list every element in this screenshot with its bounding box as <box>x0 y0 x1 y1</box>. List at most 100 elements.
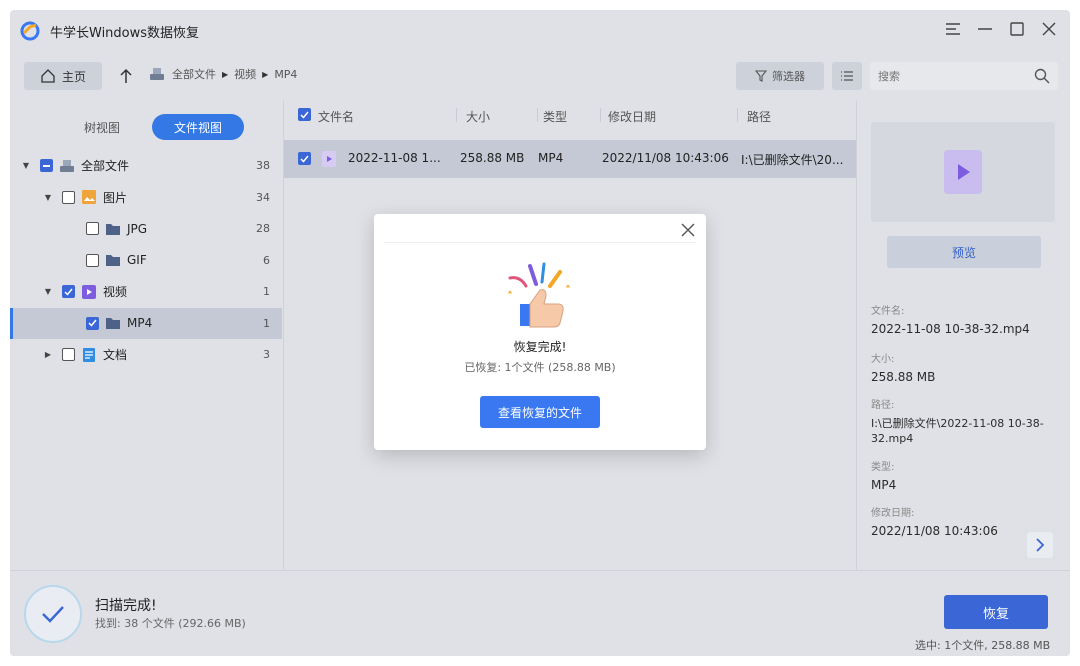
row-type: MP4 <box>538 151 564 165</box>
tree-item-jpg[interactable]: JPG 28 <box>10 213 282 245</box>
caret-down-icon[interactable]: ▼ <box>20 161 32 170</box>
detail-value: 2022-11-08 10-38-32.mp4 <box>871 322 1030 336</box>
window-controls <box>942 18 1060 40</box>
tab-file-view[interactable]: 文件视图 <box>152 114 244 140</box>
detail-path: 路径: I:\已删除文件\2022-11-08 10-38-32.mp4 <box>871 396 1051 446</box>
tree-item-label: JPG <box>127 221 148 236</box>
dialog-subtitle: 已恢复: 1个文件 (258.88 MB) <box>464 361 616 374</box>
detail-label: 文件名: <box>871 306 905 317</box>
breadcrumb-item[interactable]: 视频 <box>234 66 256 82</box>
tree-item-count: 28 <box>256 222 270 236</box>
view-recovered-files-button[interactable]: 查看恢复的文件 <box>480 396 600 428</box>
scan-complete-indicator <box>24 585 82 643</box>
thumbs-up-celebration-icon <box>508 262 570 328</box>
row-checkbox[interactable] <box>298 152 311 165</box>
checkbox[interactable] <box>40 159 53 173</box>
breadcrumb-item[interactable]: 全部文件 <box>172 66 216 82</box>
tree-item-label: 视频 <box>103 285 128 300</box>
detail-label: 大小: <box>871 354 895 365</box>
folder-icon <box>105 315 121 331</box>
column-divider <box>456 108 457 122</box>
checkbox[interactable] <box>86 316 99 330</box>
filter-icon <box>755 70 767 82</box>
filter-button[interactable]: 筛选器 <box>736 62 824 90</box>
toolbar: 主页 全部文件 ▶ 视频 ▶ MP4 筛选器 <box>10 58 1070 94</box>
tree-item-count: 6 <box>263 253 270 267</box>
tree-item-gif[interactable]: GIF 6 <box>10 245 282 277</box>
column-header-path[interactable]: 路径 <box>747 108 771 125</box>
caret-right-icon[interactable]: ▶ <box>42 350 54 359</box>
tree-item-count: 38 <box>256 159 270 173</box>
preview-button[interactable]: 预览 <box>887 236 1041 268</box>
table-row[interactable]: 2022-11-08 1... 258.88 MB MP4 2022/11/08… <box>284 140 856 178</box>
detail-size: 大小: 258.88 MB <box>871 350 935 385</box>
list-view-button[interactable] <box>832 62 862 90</box>
row-name: 2022-11-08 1... <box>348 151 441 165</box>
detail-label: 路径: <box>871 400 895 411</box>
minimize-icon[interactable] <box>974 18 996 40</box>
checkbox[interactable] <box>62 190 75 204</box>
video-folder-icon <box>81 284 97 300</box>
arrow-up-icon <box>120 68 132 83</box>
recovery-complete-dialog: 恢复完成! 已恢复: 1个文件 (258.88 MB) 查看恢复的文件 <box>374 214 706 450</box>
column-header-size[interactable]: 大小 <box>466 108 490 125</box>
tree-item-count: 3 <box>263 348 270 362</box>
tree-item-count: 34 <box>256 190 270 204</box>
checkbox[interactable] <box>62 285 75 299</box>
drive-icon <box>59 158 75 174</box>
row-date: 2022/11/08 10:43:06 <box>602 151 729 165</box>
column-header-name[interactable]: 文件名 <box>318 108 354 125</box>
chevron-right-icon: ▶ <box>262 69 269 79</box>
column-header-date[interactable]: 修改日期 <box>608 108 656 125</box>
list-icon <box>841 71 853 81</box>
detail-value: 258.88 MB <box>871 370 936 384</box>
tree-item-images[interactable]: ▼ 图片 34 <box>10 182 282 214</box>
checkbox[interactable] <box>86 253 99 267</box>
next-button[interactable] <box>1027 532 1053 558</box>
search-box <box>870 62 1058 90</box>
detail-filename: 文件名: 2022-11-08 10-38-32.mp4 <box>871 302 1030 337</box>
tree-item-label: 文档 <box>103 348 128 363</box>
tree-item-documents[interactable]: ▶ 文档 3 <box>10 339 282 371</box>
caret-down-icon[interactable]: ▼ <box>42 287 54 296</box>
chevron-right-icon: ▶ <box>222 69 229 79</box>
column-divider <box>737 108 738 122</box>
column-divider <box>537 108 538 122</box>
maximize-icon[interactable] <box>1006 18 1028 40</box>
tab-tree-view[interactable]: 树视图 <box>56 114 148 140</box>
tree-item-all-files[interactable]: ▼ 全部文件 38 <box>10 150 282 182</box>
caret-down-icon[interactable]: ▼ <box>42 193 54 202</box>
video-file-icon <box>322 151 336 167</box>
drive-icon <box>150 68 164 80</box>
detail-panel: 预览 文件名: 2022-11-08 10-38-32.mp4 大小: 258.… <box>856 100 1070 570</box>
breadcrumb-item[interactable]: MP4 <box>274 68 297 81</box>
app-title: 牛学长Windows数据恢复 <box>50 26 200 41</box>
tree-item-label: MP4 <box>127 316 153 331</box>
column-header-type[interactable]: 类型 <box>543 108 567 125</box>
detail-value: I:\已删除文件\2022-11-08 10-38-32.mp4 <box>871 417 1044 445</box>
tree-item-video[interactable]: ▼ 视频 1 <box>10 276 282 308</box>
close-icon[interactable] <box>680 222 696 238</box>
select-all-checkbox[interactable] <box>298 108 311 121</box>
search-icon[interactable] <box>1034 68 1050 84</box>
home-button[interactable]: 主页 <box>24 62 102 90</box>
detail-value: MP4 <box>871 478 897 492</box>
checkbox[interactable] <box>86 222 99 236</box>
tree-item-mp4[interactable]: MP4 1 <box>10 307 282 339</box>
search-input[interactable] <box>870 62 1020 90</box>
dialog-title: 恢复完成! <box>513 340 567 354</box>
row-size: 258.88 MB <box>460 151 525 165</box>
breadcrumb: 全部文件 ▶ 视频 ▶ MP4 <box>148 66 297 82</box>
video-file-icon <box>944 150 982 194</box>
detail-label: 修改日期: <box>871 508 915 519</box>
selected-info: 选中: 1个文件, 258.88 MB <box>915 639 1051 652</box>
close-icon[interactable] <box>1038 18 1060 40</box>
row-path: I:\已删除文件\20... <box>741 153 844 167</box>
recover-button[interactable]: 恢复 <box>944 595 1048 629</box>
list-header: 文件名 大小 类型 修改日期 路径 <box>284 100 856 130</box>
up-button[interactable] <box>116 64 136 88</box>
app-logo-icon <box>20 21 40 41</box>
home-label: 主页 <box>61 69 86 84</box>
menu-icon[interactable] <box>942 18 964 40</box>
checkbox[interactable] <box>62 348 75 362</box>
